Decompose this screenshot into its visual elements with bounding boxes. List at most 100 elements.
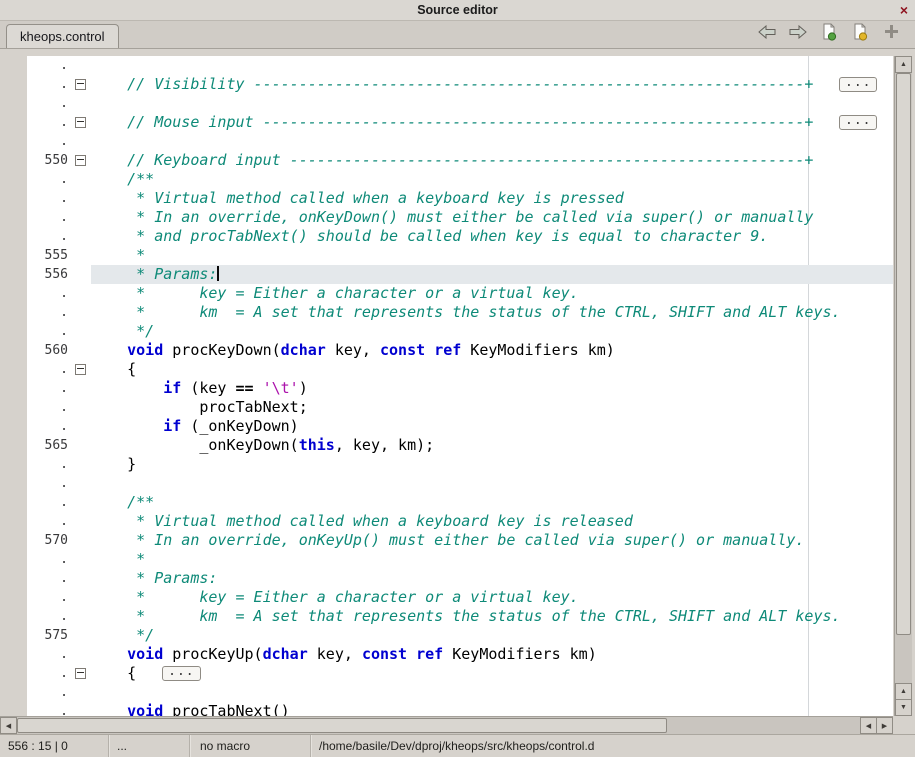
horizontal-scrollbar[interactable]: ◀ ◀ ▶ <box>0 716 893 734</box>
code-text: _onKeyDown(this, key, km); <box>91 436 893 455</box>
line-number[interactable]: . <box>27 132 71 151</box>
collapsed-fold-ellipsis[interactable]: ... <box>839 115 877 130</box>
line-number[interactable]: 550 <box>27 151 71 170</box>
line-number[interactable]: . <box>27 284 71 303</box>
line-number[interactable]: . <box>27 208 71 227</box>
code-line[interactable]: . * and procTabNext() should be called w… <box>0 227 893 246</box>
code-line[interactable]: . <box>0 683 893 702</box>
line-number[interactable]: . <box>27 683 71 702</box>
line-number[interactable]: . <box>27 398 71 417</box>
fold-toggle-icon[interactable] <box>75 117 86 128</box>
code-line[interactable]: 550 // Keyboard input ------------------… <box>0 151 893 170</box>
code-line[interactable]: . * In an override, onKeyDown() must eit… <box>0 208 893 227</box>
code-line[interactable]: . * km = A set that represents the statu… <box>0 303 893 322</box>
line-number[interactable]: . <box>27 493 71 512</box>
code-line[interactable]: . void procTabNext() <box>0 702 893 716</box>
code-line[interactable]: . */ <box>0 322 893 341</box>
line-number[interactable]: . <box>27 664 71 683</box>
line-number[interactable]: 555 <box>27 246 71 265</box>
line-number[interactable]: . <box>27 360 71 379</box>
line-number[interactable]: 565 <box>27 436 71 455</box>
horizontal-scroll-thumb[interactable] <box>17 718 667 733</box>
line-number[interactable]: 575 <box>27 626 71 645</box>
line-number[interactable]: . <box>27 56 71 75</box>
code-line[interactable]: 555 * <box>0 246 893 265</box>
collapsed-fold-ellipsis[interactable]: ... <box>162 666 200 681</box>
navigate-forward-button[interactable] <box>788 23 808 43</box>
collapsed-fold-ellipsis[interactable]: ... <box>839 77 877 92</box>
code-line[interactable]: 565 _onKeyDown(this, key, km); <box>0 436 893 455</box>
code-line[interactable]: . { <box>0 360 893 379</box>
line-number[interactable]: 570 <box>27 531 71 550</box>
line-number[interactable]: . <box>27 550 71 569</box>
vertical-scrollbar[interactable]: ▲ ▲ ▼ <box>894 56 912 716</box>
fold-toggle-icon[interactable] <box>75 155 86 166</box>
code-line[interactable]: . <box>0 94 893 113</box>
code-line[interactable]: . if (key == '\t') <box>0 379 893 398</box>
detach-editor-button[interactable] <box>881 23 901 43</box>
fold-toggle-icon[interactable] <box>75 364 86 375</box>
new-document-button[interactable] <box>819 23 839 43</box>
code-line[interactable]: . * Params: <box>0 569 893 588</box>
code-line[interactable]: . procTabNext; <box>0 398 893 417</box>
line-number[interactable]: . <box>27 512 71 531</box>
scroll-left-button[interactable]: ◀ <box>0 717 17 734</box>
scroll-up-secondary-button[interactable]: ▲ <box>895 683 912 700</box>
close-icon[interactable]: × <box>900 1 908 19</box>
code-line[interactable]: . {... <box>0 664 893 683</box>
line-number[interactable]: . <box>27 94 71 113</box>
arrow-left-icon: ◀ <box>866 722 871 730</box>
line-number[interactable]: . <box>27 379 71 398</box>
code-line[interactable]: . /** <box>0 493 893 512</box>
line-number[interactable]: . <box>27 189 71 208</box>
line-number[interactable]: . <box>27 170 71 189</box>
line-number[interactable]: . <box>27 569 71 588</box>
code-line[interactable]: 556 * Params: <box>0 265 893 284</box>
line-number[interactable]: 560 <box>27 341 71 360</box>
code-line[interactable]: . * Virtual method called when a keyboar… <box>0 189 893 208</box>
code-line[interactable]: 560 void procKeyDown(dchar key, const re… <box>0 341 893 360</box>
tab-kheops-control[interactable]: kheops.control <box>6 24 119 48</box>
line-number[interactable]: 556 <box>27 265 71 284</box>
line-number[interactable]: . <box>27 322 71 341</box>
scroll-left-secondary-button[interactable]: ◀ <box>860 717 877 734</box>
line-number[interactable]: . <box>27 645 71 664</box>
code-line[interactable]: . <box>0 56 893 75</box>
line-number[interactable]: . <box>27 474 71 493</box>
code-line[interactable]: 575 */ <box>0 626 893 645</box>
code-line[interactable]: 570 * In an override, onKeyUp() must eit… <box>0 531 893 550</box>
code-line[interactable]: . * Virtual method called when a keyboar… <box>0 512 893 531</box>
line-number[interactable]: . <box>27 417 71 436</box>
navigate-back-button[interactable] <box>757 23 777 43</box>
code-line[interactable]: . * key = Either a character or a virtua… <box>0 588 893 607</box>
code-line[interactable]: . if (_onKeyDown) <box>0 417 893 436</box>
save-document-button[interactable] <box>850 23 870 43</box>
line-number[interactable]: . <box>27 75 71 94</box>
mark-gutter <box>0 436 27 455</box>
code-line[interactable]: . } <box>0 455 893 474</box>
code-line[interactable]: . * key = Either a character or a virtua… <box>0 284 893 303</box>
code-line[interactable]: . // Mouse input -----------------------… <box>0 113 893 132</box>
vertical-scroll-thumb[interactable] <box>896 73 911 635</box>
line-number[interactable]: . <box>27 607 71 626</box>
code-token <box>91 645 127 663</box>
editor-area[interactable]: .. // Visibility -----------------------… <box>0 56 893 716</box>
code-line[interactable]: . <box>0 474 893 493</box>
line-number[interactable]: . <box>27 113 71 132</box>
code-line[interactable]: . /** <box>0 170 893 189</box>
code-line[interactable]: . * <box>0 550 893 569</box>
code-line[interactable]: . <box>0 132 893 151</box>
code-line[interactable]: . void procKeyUp(dchar key, const ref Ke… <box>0 645 893 664</box>
scroll-down-button[interactable]: ▼ <box>895 699 912 716</box>
line-number[interactable]: . <box>27 702 71 716</box>
fold-toggle-icon[interactable] <box>75 79 86 90</box>
line-number[interactable]: . <box>27 303 71 322</box>
code-line[interactable]: . // Visibility ------------------------… <box>0 75 893 94</box>
scroll-up-button[interactable]: ▲ <box>895 56 912 73</box>
code-line[interactable]: . * km = A set that represents the statu… <box>0 607 893 626</box>
scroll-right-button[interactable]: ▶ <box>876 717 893 734</box>
line-number[interactable]: . <box>27 227 71 246</box>
line-number[interactable]: . <box>27 455 71 474</box>
line-number[interactable]: . <box>27 588 71 607</box>
fold-toggle-icon[interactable] <box>75 668 86 679</box>
